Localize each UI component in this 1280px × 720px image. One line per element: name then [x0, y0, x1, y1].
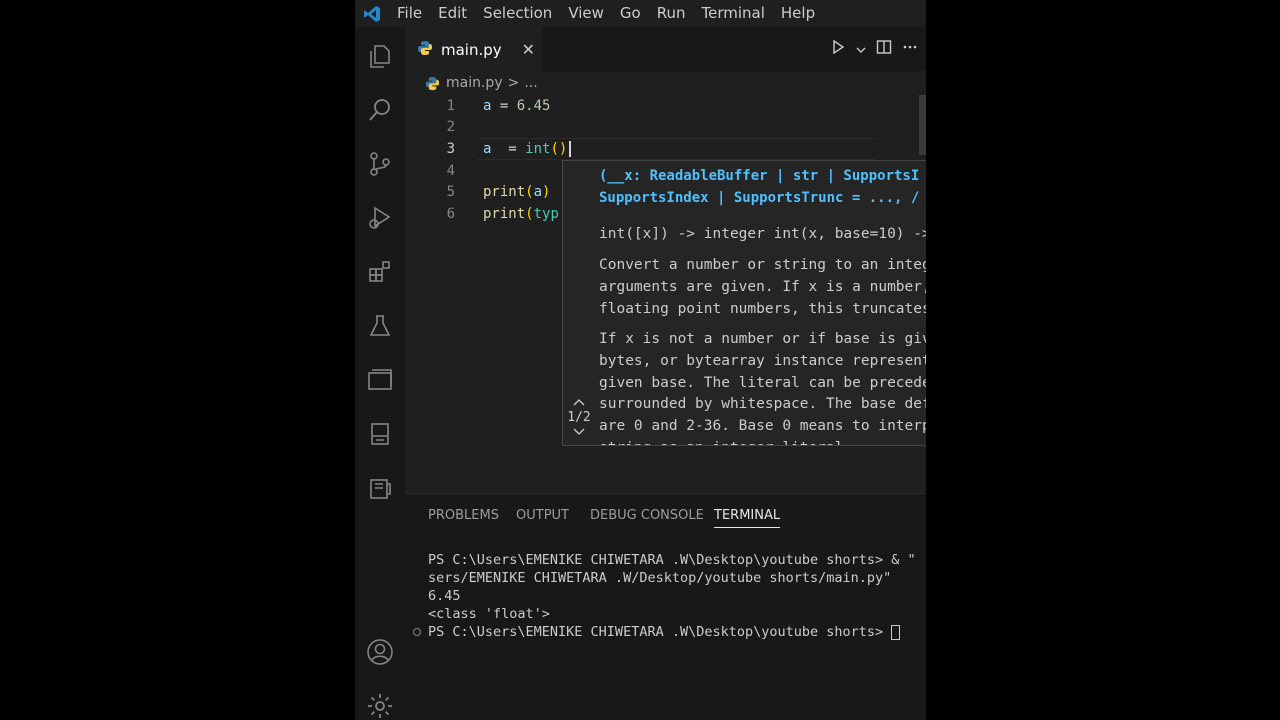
menu-go[interactable]: Go: [612, 0, 649, 27]
token-brackets: (): [550, 141, 568, 157]
chevron-down-icon[interactable]: [563, 425, 595, 440]
overload-counter: 1/2: [567, 410, 591, 425]
doc-paragraph-1-line-1: Convert a number or string to an integer…: [599, 257, 926, 273]
menu-selection[interactable]: Selection: [475, 0, 560, 27]
editor-tab-bar: main.py ✕: [405, 27, 926, 71]
breadcrumb-file[interactable]: main.py: [446, 75, 503, 91]
menu-run[interactable]: Run: [649, 0, 694, 27]
doc-paragraph-1-line-3: floating point numbers, this truncates t…: [599, 301, 926, 317]
line-number: 1: [446, 98, 455, 114]
doc-paragraph-2-line-1: If x is not a number or if base is given…: [599, 331, 926, 347]
close-icon[interactable]: ✕: [522, 40, 535, 59]
doc-paragraph-1-line-2: arguments are given. If x is a number, r…: [599, 279, 926, 295]
bottom-panel: PROBLEMS OUTPUT DEBUG CONSOLE TERMINAL P…: [405, 493, 926, 720]
more-actions-icon[interactable]: [902, 39, 918, 59]
terminal-line: PS C:\Users\EMENIKE CHIWETARA .W\Desktop…: [428, 552, 916, 568]
token-number: 6.45: [516, 98, 551, 114]
tab-label: main.py: [441, 40, 502, 59]
doc-paragraph-2-line-6: string as an integer literal: [599, 437, 926, 445]
doc-paragraph-2-line-5: are 0 and 2-36. Base 0 means to interpre…: [599, 418, 926, 434]
docker-icon[interactable]: [355, 461, 405, 515]
menu-file[interactable]: File: [389, 0, 430, 27]
line-number: 6: [446, 206, 455, 222]
doc-paragraph-2-line-3: given base. The literal can be preceded …: [599, 375, 926, 391]
text-cursor: [569, 141, 572, 157]
python-file-icon: [425, 76, 440, 91]
code-line-5: print(a): [483, 181, 550, 203]
terminal-line: 6.45: [428, 588, 461, 604]
editor-actions: [830, 27, 926, 71]
terminal-line: sers/EMENIKE CHIWETARA .W/Desktop/youtub…: [428, 570, 892, 586]
token-function: print: [483, 184, 526, 200]
testing-icon[interactable]: [355, 299, 405, 353]
signature-plain: int([x]) -> integer int(x, base=10) -> i…: [599, 226, 926, 242]
tab-terminal[interactable]: TERMINAL: [714, 508, 781, 528]
terminal-prompt-text: PS C:\Users\EMENIKE CHIWETARA .W\Desktop…: [428, 624, 892, 640]
account-icon[interactable]: [355, 625, 405, 679]
tab-output[interactable]: OUTPUT: [516, 508, 569, 523]
run-debug-icon[interactable]: [355, 191, 405, 245]
source-control-icon[interactable]: [355, 137, 405, 191]
terminal-line: <class 'float'>: [428, 606, 550, 622]
python-file-icon: [417, 40, 433, 60]
line-number: 2: [446, 119, 455, 135]
token-function: print: [483, 206, 526, 222]
minimap-scrollbar[interactable]: [919, 95, 926, 155]
token-var: a: [533, 184, 543, 200]
menu-view[interactable]: View: [560, 0, 612, 27]
overload-pager: 1/2: [563, 395, 595, 440]
token-paren: (: [525, 184, 534, 200]
breadcrumb-separator: >: [507, 75, 520, 91]
token-paren: (: [525, 206, 534, 222]
tab-main-py[interactable]: main.py ✕: [405, 27, 542, 71]
line-number: 5: [446, 184, 455, 200]
extensions-icon[interactable]: [355, 245, 405, 299]
code-line-3: a = int(): [483, 138, 572, 160]
remote-explorer-icon[interactable]: [355, 353, 405, 407]
code-line-1: a = 6.45: [483, 95, 550, 117]
search-icon[interactable]: [355, 83, 405, 137]
signature-line-2: SupportsIndex | SupportsTrunc = ..., /: [599, 190, 920, 206]
menu-terminal[interactable]: Terminal: [694, 0, 773, 27]
token-builtin: int: [525, 141, 551, 157]
signature-line-1: (__x: ReadableBuffer | str | SupportsI: [599, 168, 920, 184]
doc-paragraph-2-line-2: bytes, or bytearray instance representin…: [599, 353, 926, 369]
terminal-cursor: [891, 624, 901, 640]
token-partial: typ: [533, 206, 559, 222]
breadcrumb: main.py > ...: [405, 71, 926, 95]
vscode-window: File Edit Selection View Go Run Terminal…: [355, 0, 926, 720]
settings-icon[interactable]: [355, 679, 405, 720]
code-editor[interactable]: 1 2 3 4 5 6 a = 6.45 a = int() print(a) …: [405, 95, 926, 493]
split-editor-icon[interactable]: [876, 39, 892, 59]
token-op: =: [491, 141, 526, 157]
activity-bar: [355, 27, 405, 720]
notebook-icon[interactable]: [355, 407, 405, 461]
chevron-down-icon[interactable]: [856, 40, 866, 59]
line-number: 3: [446, 141, 455, 157]
run-icon[interactable]: [830, 39, 846, 59]
menu-bar: File Edit Selection View Go Run Terminal…: [355, 0, 926, 27]
breadcrumb-more[interactable]: ...: [524, 75, 537, 91]
signature-help-popup[interactable]: (__x: ReadableBuffer | str | SupportsI S…: [562, 160, 926, 446]
tab-problems[interactable]: PROBLEMS: [428, 508, 499, 523]
menu-edit[interactable]: Edit: [430, 0, 475, 27]
chevron-up-icon[interactable]: [563, 395, 595, 410]
doc-paragraph-2-line-4: surrounded by whitespace. The base defau…: [599, 396, 926, 412]
vscode-logo-icon: [355, 0, 389, 27]
tab-debug-console[interactable]: DEBUG CONSOLE: [590, 508, 704, 523]
line-number: 4: [446, 163, 455, 179]
menu-help[interactable]: Help: [773, 0, 823, 27]
code-line-6: print(typ: [483, 203, 559, 225]
explorer-icon[interactable]: [355, 29, 405, 83]
token-paren: ): [542, 184, 551, 200]
token-op: =: [491, 98, 517, 114]
terminal-prompt[interactable]: PS C:\Users\EMENIKE CHIWETARA .W\Desktop…: [428, 623, 926, 641]
terminal-status-circle-icon: [413, 628, 421, 636]
